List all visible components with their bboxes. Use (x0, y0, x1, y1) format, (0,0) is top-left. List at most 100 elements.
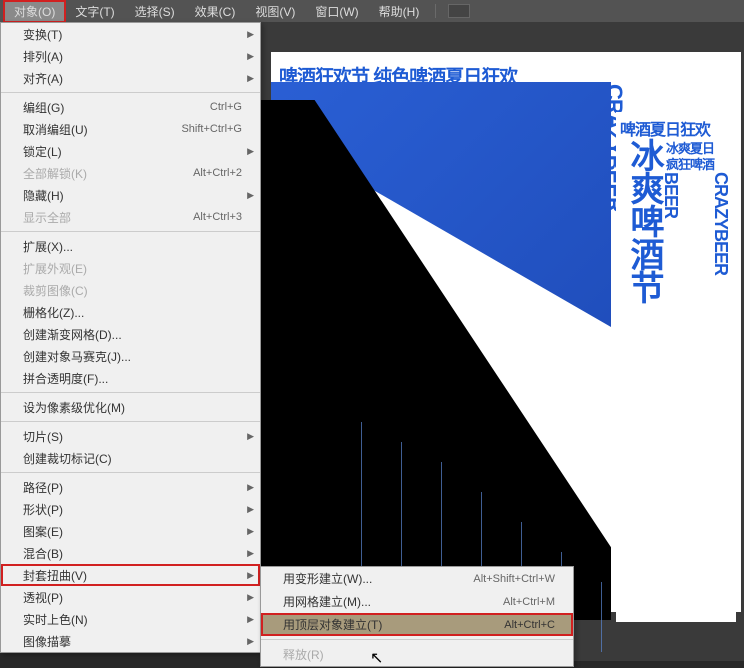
menu-item-label: 设为像素级优化(M) (23, 399, 242, 416)
menu-item-label: 拼合透明度(F)... (23, 370, 242, 387)
object-menu-item-30[interactable]: 实时上色(N) ▶ (1, 608, 260, 630)
submenu-arrow-icon: ▶ (247, 431, 254, 442)
envelope-distort-submenu: 用变形建立(W)...Alt+Shift+Ctrl+W用网格建立(M)...Al… (260, 566, 574, 667)
menu-view[interactable]: 视图(V) (245, 1, 305, 22)
menu-type[interactable]: 文字(T) (65, 1, 124, 22)
menu-item-shortcut: Shift+Ctrl+G (181, 123, 242, 135)
object-menu-item-16[interactable]: 创建对象马赛克(J)... (1, 345, 260, 367)
submenu-arrow-icon: ▶ (247, 51, 254, 62)
submenu-arrow-icon: ▶ (247, 614, 254, 625)
object-menu-item-13: 裁剪图像(C) (1, 279, 260, 301)
object-menu-item-25[interactable]: 形状(P) ▶ (1, 498, 260, 520)
menu-window[interactable]: 窗口(W) (305, 1, 368, 22)
object-menu-item-15[interactable]: 创建渐变网格(D)... (1, 323, 260, 345)
menu-item-label: 实时上色(N) (23, 611, 242, 628)
workspace-switcher[interactable] (448, 4, 470, 18)
object-menu-item-6[interactable]: 锁定(L) ▶ (1, 140, 260, 162)
menu-item-label: 变换(T) (23, 26, 242, 43)
menu-divider (1, 92, 260, 93)
menu-item-shortcut: Alt+Ctrl+2 (193, 167, 242, 179)
menu-item-label: 扩展(X)... (23, 238, 242, 255)
menu-item-label: 编组(G) (23, 99, 210, 116)
menu-item-label: 释放(R) (283, 646, 555, 663)
menu-item-label: 用顶层对象建立(T) (283, 616, 504, 633)
object-menu-item-27[interactable]: 混合(B) ▶ (1, 542, 260, 564)
menu-item-label: 全部解锁(K) (23, 165, 193, 182)
submenu-arrow-icon: ▶ (247, 570, 254, 581)
menu-item-label: 混合(B) (23, 545, 242, 562)
envelope-submenu-item-0[interactable]: 用变形建立(W)...Alt+Shift+Ctrl+W (261, 567, 573, 590)
menu-item-label: 图像描摹 (23, 633, 242, 650)
submenu-arrow-icon: ▶ (247, 548, 254, 559)
object-menu-item-2[interactable]: 对齐(A) ▶ (1, 67, 260, 89)
object-menu-item-5[interactable]: 取消编组(U)Shift+Ctrl+G (1, 118, 260, 140)
menu-divider (261, 639, 573, 640)
menu-divider (1, 392, 260, 393)
menu-item-label: 创建渐变网格(D)... (23, 326, 242, 343)
submenu-arrow-icon: ▶ (247, 29, 254, 40)
menu-divider (1, 472, 260, 473)
object-menu-item-22[interactable]: 创建裁切标记(C) (1, 447, 260, 469)
submenu-arrow-icon: ▶ (247, 636, 254, 647)
menu-item-label: 裁剪图像(C) (23, 282, 242, 299)
object-menu-item-17[interactable]: 拼合透明度(F)... (1, 367, 260, 389)
submenu-arrow-icon: ▶ (247, 592, 254, 603)
menu-item-label: 创建裁切标记(C) (23, 450, 242, 467)
side-v2: CRAZYBEER (710, 172, 731, 275)
menu-help[interactable]: 帮助(H) (369, 1, 430, 22)
menu-item-label: 栅格化(Z)... (23, 304, 242, 321)
submenu-arrow-icon: ▶ (247, 526, 254, 537)
object-menu-item-28[interactable]: 封套扭曲(V) ▶ (1, 564, 260, 586)
object-menu-item-4[interactable]: 编组(G)Ctrl+G (1, 96, 260, 118)
menu-item-label: 对齐(A) (23, 70, 242, 87)
envelope-submenu-item-2[interactable]: 用顶层对象建立(T)Alt+Ctrl+C (261, 613, 573, 636)
menu-item-label: 隐藏(H) (23, 187, 242, 204)
submenu-arrow-icon: ▶ (247, 73, 254, 84)
submenu-arrow-icon: ▶ (247, 146, 254, 157)
menu-select[interactable]: 选择(S) (125, 1, 185, 22)
side-v1: 冰爽啤酒节 (620, 138, 669, 303)
menu-item-shortcut: Alt+Shift+Ctrl+W (473, 573, 555, 585)
menu-item-shortcut: Alt+Ctrl+3 (193, 211, 242, 223)
object-menu-item-11[interactable]: 扩展(X)... (1, 235, 260, 257)
menu-item-label: 扩展外观(E) (23, 260, 242, 277)
object-menu-item-19[interactable]: 设为像素级优化(M) (1, 396, 260, 418)
object-menu-item-1[interactable]: 排列(A) ▶ (1, 45, 260, 67)
menu-item-label: 显示全部 (23, 209, 193, 226)
menubar: 对象(O) 文字(T) 选择(S) 效果(C) 视图(V) 窗口(W) 帮助(H… (0, 0, 744, 22)
side-h3: 疯狂啤酒 (666, 154, 714, 173)
menu-item-label: 图案(E) (23, 523, 242, 540)
envelope-submenu-item-4: 释放(R) (261, 643, 573, 666)
menu-item-label: 用变形建立(W)... (283, 570, 473, 587)
menu-item-label: 透视(P) (23, 589, 242, 606)
menu-item-shortcut: Alt+Ctrl+C (504, 619, 555, 631)
object-dropdown-menu: 变换(T)▶排列(A)▶对齐(A)▶编组(G)Ctrl+G取消编组(U)Shif… (0, 22, 261, 653)
object-menu-item-9: 显示全部Alt+Ctrl+3 (1, 206, 260, 228)
menu-item-label: 排列(A) (23, 48, 242, 65)
menu-effect[interactable]: 效果(C) (185, 1, 246, 22)
menu-divider (1, 231, 260, 232)
menu-item-label: 路径(P) (23, 479, 242, 496)
menu-object[interactable]: 对象(O) (4, 1, 65, 22)
object-menu-item-14[interactable]: 栅格化(Z)... (1, 301, 260, 323)
menu-item-label: 封套扭曲(V) (23, 567, 242, 584)
menu-item-label: 锁定(L) (23, 143, 242, 160)
menu-item-label: 形状(P) (23, 501, 242, 518)
object-menu-item-7: 全部解锁(K)Alt+Ctrl+2 (1, 162, 260, 184)
submenu-arrow-icon: ▶ (247, 504, 254, 515)
object-menu-item-24[interactable]: 路径(P)▶ (1, 476, 260, 498)
menu-item-label: 用网格建立(M)... (283, 593, 503, 610)
menu-item-label: 取消编组(U) (23, 121, 181, 138)
menu-item-shortcut: Ctrl+G (210, 101, 242, 113)
object-menu-item-26[interactable]: 图案(E) ▶ (1, 520, 260, 542)
object-menu-item-31[interactable]: 图像描摹 ▶ (1, 630, 260, 652)
object-menu-item-12: 扩展外观(E) (1, 257, 260, 279)
side-v3: BEER (660, 172, 681, 218)
object-menu-item-0[interactable]: 变换(T) ▶ (1, 23, 260, 45)
object-menu-item-29[interactable]: 透视(P) ▶ (1, 586, 260, 608)
menu-item-label: 切片(S) (23, 428, 242, 445)
menu-divider (1, 421, 260, 422)
object-menu-item-8[interactable]: 隐藏(H)▶ (1, 184, 260, 206)
object-menu-item-21[interactable]: 切片(S) ▶ (1, 425, 260, 447)
envelope-submenu-item-1[interactable]: 用网格建立(M)...Alt+Ctrl+M (261, 590, 573, 613)
